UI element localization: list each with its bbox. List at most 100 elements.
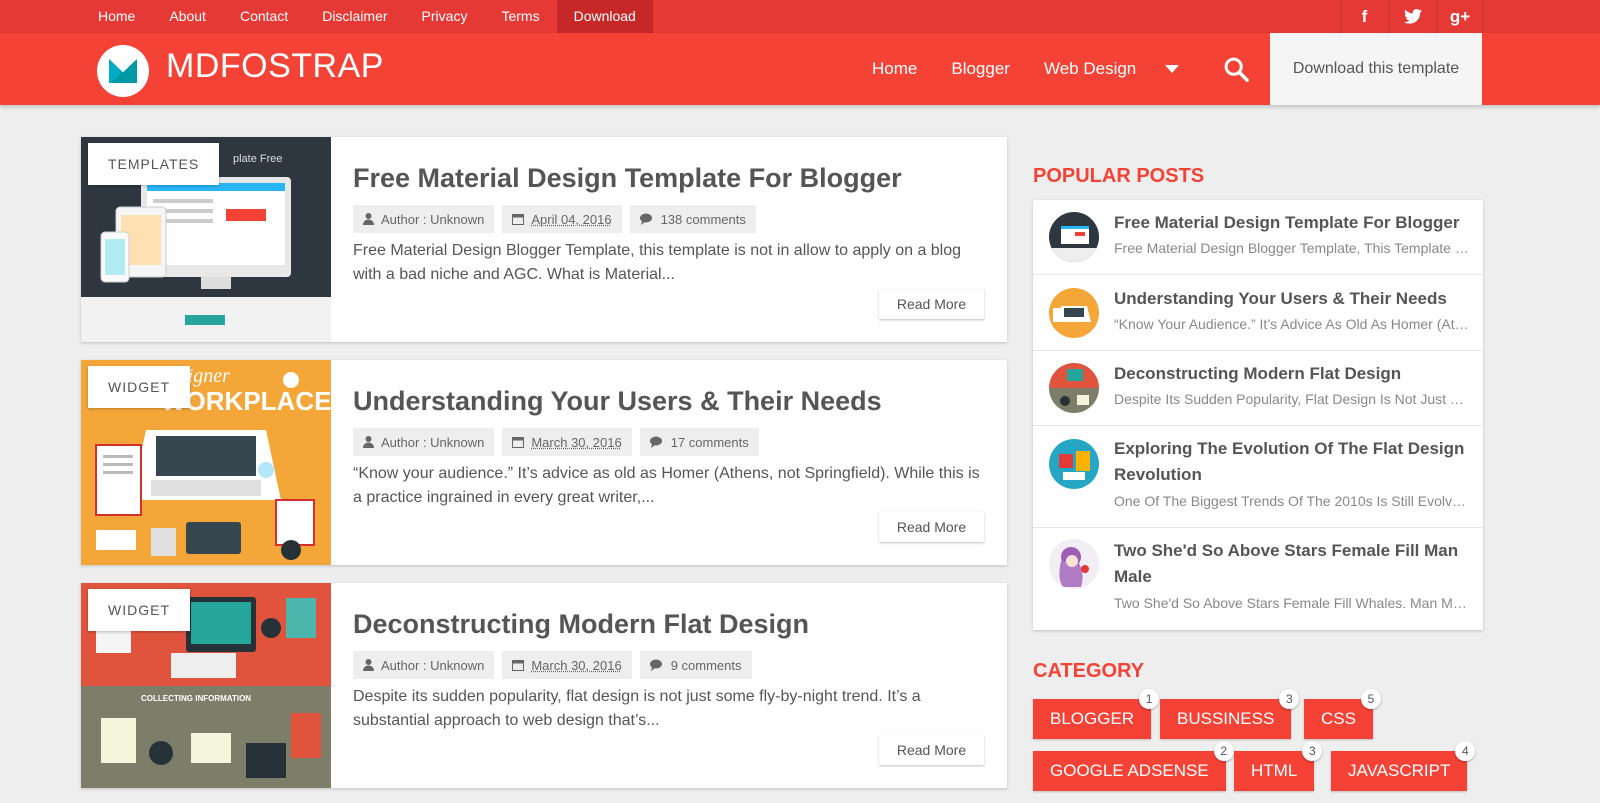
category-tag-html[interactable]: HTML 3 (1234, 741, 1323, 791)
popular-post-item[interactable]: Two She'd So Above Stars Female Fill Man… (1033, 528, 1483, 630)
category-label[interactable]: TEMPLATES (88, 143, 220, 185)
thumb-image (1049, 363, 1099, 413)
category-name: BUSSINESS (1177, 709, 1275, 728)
category-label[interactable]: WIDGET (88, 366, 190, 408)
facebook-icon[interactable]: f (1340, 0, 1388, 33)
logo[interactable] (97, 45, 149, 97)
twitter-icon[interactable] (1388, 0, 1436, 33)
comments-icon (649, 436, 662, 448)
comments-icon (639, 213, 652, 225)
post-title[interactable]: Free Material Design Template For Blogge… (353, 163, 902, 194)
post-meta: Author : Unknown March 30, 2016 17 comme… (353, 428, 759, 456)
read-more-button[interactable]: Read More (879, 289, 984, 319)
category-tag-css[interactable]: CSS 5 (1304, 689, 1381, 739)
post-thumbnail[interactable]: plate Free TEMPLATES (81, 137, 331, 342)
author-text: Author : Unknown (381, 434, 485, 450)
post-meta: Author : Unknown March 30, 2016 9 commen… (353, 651, 752, 679)
post-card: plate Free TEMPLATES Free Material Desig… (81, 137, 1007, 342)
main-nav: Home Blogger Web Design (855, 33, 1180, 105)
main-header: MDFOSTRAP Home Blogger Web Design Downlo… (0, 33, 1600, 105)
popular-post-title[interactable]: Understanding Your Users & Their Needs (1114, 286, 1469, 312)
calendar-icon (512, 437, 525, 448)
top-nav: Home About Contact Disclaimer Privacy Te… (81, 0, 653, 33)
date-text[interactable]: April 04, 2016 (531, 212, 611, 227)
count-badge: 1 (1139, 689, 1160, 709)
popular-post-thumb[interactable] (1049, 288, 1099, 338)
topnav-disclaimer[interactable]: Disclaimer (305, 0, 404, 33)
popular-post-title[interactable]: Exploring The Evolution Of The Flat Desi… (1114, 436, 1469, 488)
count-badge: 2 (1213, 741, 1234, 761)
count-badge: 5 (1360, 689, 1381, 709)
user-icon (363, 213, 374, 225)
author-chip: Author : Unknown (353, 651, 495, 679)
category-tag-javascript[interactable]: JAVASCRIPT 4 (1331, 741, 1476, 791)
popular-post-title[interactable]: Deconstructing Modern Flat Design (1114, 361, 1469, 387)
count-badge: 4 (1455, 741, 1476, 761)
comments-chip[interactable]: 138 comments (629, 205, 756, 233)
post-card: esigner WORKPLACE WIDGET Understanding Y… (81, 360, 1007, 565)
top-bar: Home About Contact Disclaimer Privacy Te… (0, 0, 1600, 33)
topnav-privacy[interactable]: Privacy (405, 0, 485, 33)
comments-chip[interactable]: 9 comments (639, 651, 752, 679)
category-tag-bussiness[interactable]: BUSSINESS 3 (1160, 689, 1300, 739)
post-excerpt: “Know your audience.” It’s advice as old… (353, 465, 980, 506)
popular-post-title[interactable]: Two She'd So Above Stars Female Fill Man… (1114, 538, 1469, 590)
calendar-icon (512, 214, 525, 225)
search-icon[interactable] (1222, 55, 1250, 83)
comments-text: 9 comments (670, 657, 742, 673)
category-tag-blogger[interactable]: BLOGGER 1 (1033, 689, 1160, 739)
category-name: CSS (1321, 709, 1356, 728)
preview-text: plate Free (233, 153, 283, 165)
comments-icon (649, 659, 662, 671)
popular-post-thumb[interactable] (1049, 539, 1099, 589)
comments-chip[interactable]: 17 comments (639, 428, 759, 456)
brand-name[interactable]: MDFOSTRAP (166, 47, 384, 86)
popular-post-excerpt: Two She'd So Above Stars Female Fill Wha… (1114, 595, 1469, 611)
topnav-about[interactable]: About (152, 0, 223, 33)
count-badge: 3 (1302, 741, 1323, 761)
popular-post-thumb[interactable] (1049, 363, 1099, 413)
topnav-terms[interactable]: Terms (484, 0, 556, 33)
post-thumbnail[interactable]: esigner WORKPLACE WIDGET (81, 360, 331, 565)
google-plus-icon[interactable]: g+ (1436, 0, 1484, 33)
mainnav-web-design[interactable]: Web Design (1027, 59, 1153, 79)
category-tag-google-adsense[interactable]: GOOGLE ADSENSE 2 (1033, 741, 1234, 791)
date-chip: March 30, 2016 (502, 428, 632, 456)
popular-post-excerpt: Despite Its Sudden Popularity, Flat Desi… (1114, 391, 1469, 407)
popular-post-excerpt: One Of The Biggest Trends Of The 2010s I… (1114, 493, 1469, 509)
logo-mark-icon (109, 59, 137, 83)
date-text[interactable]: March 30, 2016 (531, 658, 621, 673)
category-name: JAVASCRIPT (1348, 761, 1451, 780)
popular-post-excerpt: “Know Your Audience.” It’s Advice As Old… (1114, 316, 1469, 332)
date-chip: April 04, 2016 (502, 205, 622, 233)
post-title[interactable]: Understanding Your Users & Their Needs (353, 386, 882, 417)
popular-post-item[interactable]: Deconstructing Modern Flat Design Despit… (1033, 351, 1483, 426)
topnav-download[interactable]: Download (556, 0, 653, 33)
chevron-down-icon[interactable] (1165, 65, 1180, 73)
post-title[interactable]: Deconstructing Modern Flat Design (353, 609, 809, 640)
read-more-button[interactable]: Read More (879, 735, 984, 765)
read-more-button[interactable]: Read More (879, 512, 984, 542)
category-title: CATEGORY (1033, 660, 1145, 682)
popular-post-item[interactable]: Exploring The Evolution Of The Flat Desi… (1033, 426, 1483, 528)
popular-post-item[interactable]: Free Material Design Template For Blogge… (1033, 200, 1483, 275)
post-thumbnail[interactable]: COLLECTING INFORMATION WIDGET (81, 583, 331, 788)
popular-post-thumb[interactable] (1049, 212, 1099, 262)
mainnav-home[interactable]: Home (855, 59, 934, 79)
popular-post-item[interactable]: Understanding Your Users & Their Needs “… (1033, 275, 1483, 351)
category-name: BLOGGER (1050, 709, 1135, 728)
category-name: GOOGLE ADSENSE (1050, 761, 1209, 780)
mainnav-blogger[interactable]: Blogger (934, 59, 1027, 79)
popular-posts-title: POPULAR POSTS (1033, 165, 1205, 187)
popular-post-title[interactable]: Free Material Design Template For Blogge… (1114, 210, 1469, 236)
topnav-home[interactable]: Home (81, 0, 152, 33)
date-text[interactable]: March 30, 2016 (531, 435, 621, 450)
category-label[interactable]: WIDGET (88, 589, 190, 631)
thumb-image (1049, 439, 1099, 489)
download-template-button[interactable]: Download this template (1270, 33, 1482, 105)
popular-post-thumb[interactable] (1049, 439, 1099, 489)
count-badge: 3 (1279, 689, 1300, 709)
post-excerpt: Free Material Design Blogger Template, t… (353, 242, 962, 283)
twitter-bird-shape (1403, 9, 1422, 24)
topnav-contact[interactable]: Contact (223, 0, 305, 33)
